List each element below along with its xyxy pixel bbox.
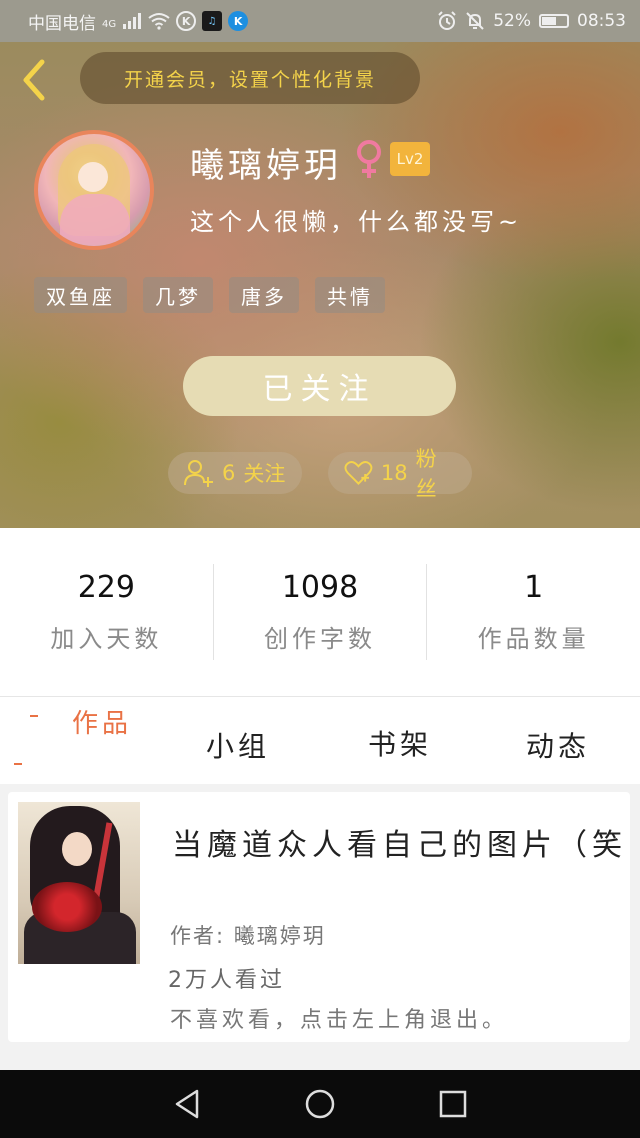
signal-icon: [123, 13, 142, 29]
recents-square-icon: [440, 1090, 467, 1118]
following-count: 6: [222, 461, 236, 485]
stat-works-count: 1 作品数量: [426, 564, 640, 660]
profile-header: 开通会员，设置个性化背景 曦璃婷玥 Lv2 这个人很懒，什么都没写~ 双鱼座 几…: [0, 42, 640, 528]
stat-label: 创作字数: [264, 625, 376, 653]
tab-bookshelf[interactable]: 书架: [368, 723, 432, 763]
status-bar: 中国电信 4G K ♫ K 52% 08:53: [0, 0, 640, 42]
battery-icon: [539, 14, 569, 28]
stat-join-days: 229 加入天数: [0, 564, 213, 660]
system-nav-bar: [0, 1070, 640, 1138]
tag[interactable]: 几梦: [143, 277, 213, 313]
following-label: 关注: [243, 462, 286, 486]
tab-indicator-top: [30, 715, 38, 717]
music-app-icon: ♫: [202, 11, 223, 31]
heart-icon: [344, 461, 373, 485]
fans-button[interactable]: 18 粉丝: [328, 447, 472, 501]
back-button[interactable]: [14, 56, 54, 104]
stat-word-count: 1098 创作字数: [212, 564, 427, 660]
home-circle-icon: [305, 1089, 335, 1119]
stat-value: 1098: [281, 570, 359, 605]
battery-percent: 52%: [493, 11, 531, 31]
followed-button[interactable]: 已关注: [183, 356, 456, 416]
stat-value: 1: [524, 570, 544, 605]
nav-recents-button[interactable]: [431, 1082, 475, 1126]
fans-label: 粉丝: [415, 447, 437, 501]
female-icon: [357, 140, 381, 178]
author-name: 曦璃婷玥: [233, 924, 326, 948]
work-cover-image[interactable]: [18, 802, 140, 964]
tab-groups[interactable]: 小组: [206, 725, 270, 765]
mute-icon: [466, 12, 484, 30]
work-description: 不喜欢看，点击左上角退出。: [170, 1008, 509, 1033]
chevron-left-icon: [23, 59, 45, 101]
k-blue-app-icon: K: [228, 11, 249, 31]
clock: 08:53: [577, 11, 626, 31]
nav-back-button[interactable]: [165, 1082, 209, 1126]
level-badge: Lv2: [390, 142, 430, 176]
tag[interactable]: 共情: [315, 277, 385, 313]
works-list: 当魔道众人看自己的图片（笑 作者: 曦璃婷玥 2万人看过 不喜欢看，点击左上角退…: [0, 784, 640, 1070]
stats-row: 229 加入天数 1098 创作字数 1 作品数量: [0, 528, 640, 696]
alarm-icon: [438, 11, 456, 30]
stat-label: 作品数量: [477, 625, 590, 653]
username: 曦璃婷玥: [190, 146, 342, 186]
tab-bar: 作品 小组 书架 动态: [0, 696, 640, 784]
k-app-icon: K: [176, 11, 197, 31]
bio-text: 这个人很懒，什么都没写~: [190, 208, 523, 236]
stat-label: 加入天数: [50, 625, 163, 653]
network-type: 4G: [102, 18, 117, 30]
tag-list: 双鱼座 几梦 唐多 共情: [34, 277, 385, 313]
tab-indicator-bottom: [14, 763, 22, 765]
stat-value: 229: [77, 570, 135, 605]
work-card[interactable]: 当魔道众人看自己的图片（笑 作者: 曦璃婷玥 2万人看过 不喜欢看，点击左上角退…: [8, 792, 630, 1042]
author-label: 作者:: [170, 924, 226, 948]
wifi-icon: [148, 13, 170, 30]
nav-home-button[interactable]: [298, 1082, 342, 1126]
work-author: 作者: 曦璃婷玥: [170, 920, 326, 950]
tag[interactable]: 双鱼座: [34, 277, 127, 313]
following-button[interactable]: 6 关注: [168, 452, 302, 494]
vip-banner[interactable]: 开通会员，设置个性化背景: [80, 52, 420, 104]
work-views: 2万人看过: [168, 968, 285, 993]
avatar[interactable]: [34, 130, 154, 250]
carrier-label: 中国电信: [28, 13, 96, 34]
fans-count: 18: [380, 461, 408, 485]
work-title[interactable]: 当魔道众人看自己的图片（笑: [172, 820, 627, 864]
back-triangle-icon: [175, 1089, 198, 1119]
add-user-icon: [184, 460, 213, 487]
tab-works[interactable]: 作品: [72, 703, 132, 740]
tab-activity[interactable]: 动态: [526, 725, 590, 765]
tag[interactable]: 唐多: [229, 277, 299, 313]
